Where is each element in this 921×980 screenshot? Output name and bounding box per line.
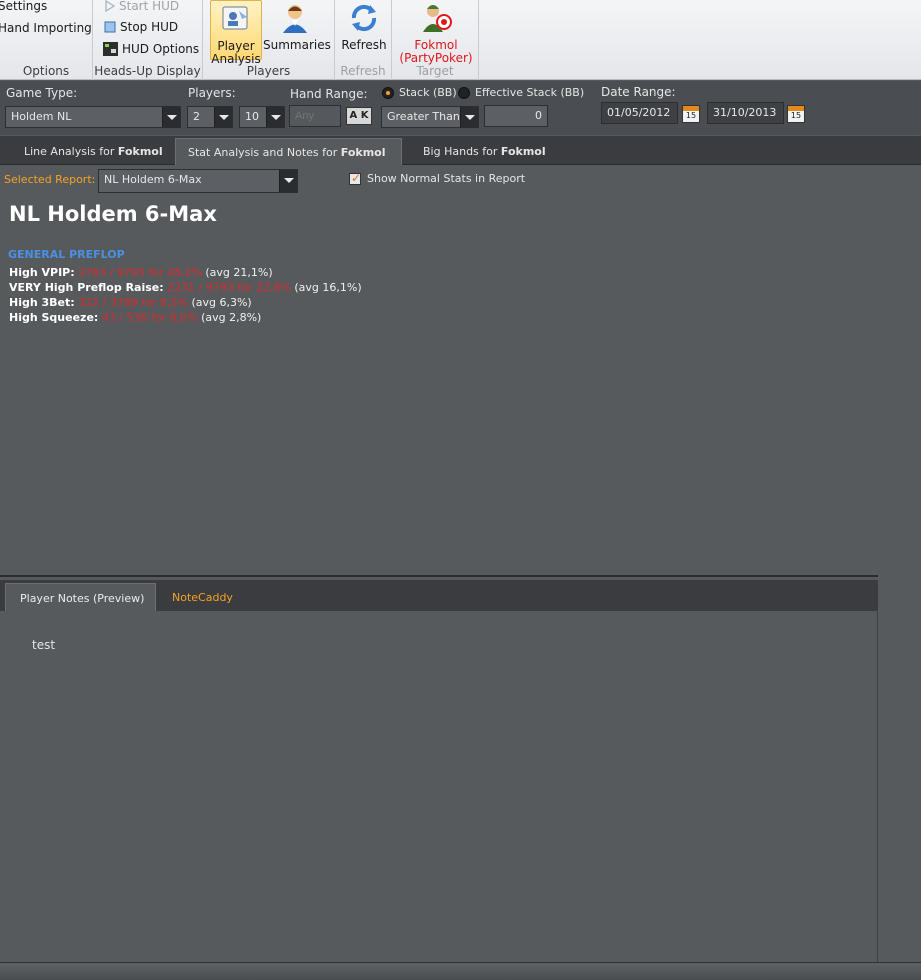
refresh-icon	[351, 4, 377, 32]
ribbon-group-target: Fokmol (PartyPoker) Target	[392, 0, 479, 80]
stat-line: High VPIP: 2763 / 9793 for 28,2% (avg 21…	[9, 266, 273, 279]
stack-comparison-value: Greater Than	[387, 110, 460, 123]
effective-stack-radio[interactable]	[458, 87, 470, 99]
tab-stat-analysis[interactable]: Stat Analysis and Notes for Fokmol	[175, 138, 402, 165]
stop-hud-button[interactable]: Stop HUD	[104, 20, 178, 34]
ribbon: Settings Hand Importing Options Start HU…	[0, 0, 921, 80]
hand-range-label: Hand Range:	[290, 87, 368, 101]
player-notes-text: test	[32, 638, 56, 652]
stat-line: High Squeeze: 43 / 536 for 8,0% (avg 2,8…	[9, 311, 262, 324]
section-heading: GENERAL PREFLOP	[8, 248, 125, 261]
group-label-players: Players	[246, 64, 291, 78]
target-player-button[interactable]: Fokmol (PartyPoker)	[396, 0, 476, 65]
game-type-value: Holdem NL	[11, 110, 72, 123]
players-max-select[interactable]: 10	[239, 106, 285, 128]
hud-options-button[interactable]: HUD Options	[103, 42, 199, 56]
summaries-label: Summaries	[263, 38, 331, 52]
date-from-calendar-icon[interactable]: 15	[682, 105, 700, 123]
group-label-options: Options	[22, 64, 70, 78]
summaries-button[interactable]: Summaries	[263, 0, 331, 52]
player-analysis-icon	[222, 6, 248, 30]
report-title: NL Holdem 6-Max	[9, 202, 217, 226]
filter-bar: Game Type: Holdem NL Players: 2 10 Hand …	[0, 81, 921, 135]
stack-radio-label: Stack (BB)	[399, 86, 457, 99]
ribbon-group-players: Player Analysis Summaries Players	[203, 0, 335, 80]
tab-big-hands[interactable]: Big Hands for Fokmol	[411, 138, 558, 165]
effective-stack-radio-label: Effective Stack (BB)	[475, 86, 585, 99]
selected-report-value: NL Holdem 6-Max	[104, 173, 202, 186]
chevron-down-icon[interactable]	[162, 107, 180, 127]
group-label-hud: Heads-Up Display	[94, 64, 201, 78]
tab-line-analysis[interactable]: Line Analysis for Fokmol	[12, 138, 175, 165]
player-analysis-button[interactable]: Player Analysis	[210, 0, 262, 66]
selected-report-label: Selected Report:	[4, 173, 96, 186]
notes-tab-bar: Player Notes (Preview) NoteCaddy	[0, 580, 878, 611]
tab-notecaddy[interactable]: NoteCaddy	[158, 583, 247, 611]
start-hud-button[interactable]: Start HUD	[105, 0, 179, 13]
hand-range-input[interactable]	[289, 105, 341, 127]
main-tab-bar: Line Analysis for Fokmol Stat Analysis a…	[0, 136, 921, 165]
show-normal-stats-label: Show Normal Stats in Report	[367, 172, 526, 185]
stack-value-input[interactable]: 0	[484, 105, 548, 127]
chevron-down-icon[interactable]	[460, 107, 478, 127]
chevron-down-icon[interactable]	[266, 107, 284, 127]
refresh-label: Refresh	[341, 38, 387, 52]
hand-range-picker-button[interactable]: A K	[346, 107, 372, 125]
panel-splitter[interactable]	[0, 575, 878, 577]
players-max-value: 10	[245, 110, 259, 123]
target-player-icon	[423, 5, 452, 32]
stack-radio[interactable]	[382, 87, 394, 99]
group-label-refresh: Refresh	[340, 64, 386, 78]
group-label-target: Target	[416, 64, 454, 78]
chevron-down-icon[interactable]	[214, 107, 232, 127]
status-bar	[0, 962, 921, 980]
ribbon-group-refresh: Refresh Refresh	[335, 0, 392, 80]
date-range-label: Date Range:	[601, 85, 676, 99]
game-type-label: Game Type:	[6, 86, 78, 100]
date-to-calendar-icon[interactable]: 15	[787, 105, 805, 123]
stop-icon	[104, 21, 116, 33]
tab-player-notes-preview[interactable]: Player Notes (Preview)	[5, 583, 156, 611]
ribbon-group-options: Settings Hand Importing Options	[0, 0, 93, 80]
stat-line: VERY High Preflop Raise: 2231 / 9793 for…	[9, 281, 362, 294]
settings-button[interactable]: Settings	[0, 0, 47, 13]
chevron-down-icon[interactable]	[279, 170, 297, 192]
report-panel: Selected Report: NL Holdem 6-Max Show No…	[0, 166, 921, 576]
date-to-input[interactable]: 31/10/2013	[707, 102, 784, 124]
stack-comparison-select[interactable]: Greater Than	[381, 106, 479, 128]
players-label: Players:	[188, 86, 236, 100]
notes-panel: test	[0, 611, 878, 963]
stat-line: High 3Bet: 322 / 3789 for 8,5% (avg 6,3%…	[9, 296, 252, 309]
date-from-input[interactable]: 01/05/2012	[601, 102, 678, 124]
play-icon	[105, 0, 115, 12]
players-min-value: 2	[193, 110, 200, 123]
hud-options-icon	[103, 42, 118, 56]
game-type-select[interactable]: Holdem NL	[5, 106, 181, 128]
player-analysis-label: Player Analysis	[211, 39, 261, 66]
show-normal-stats-checkbox[interactable]	[349, 171, 361, 185]
summaries-icon	[283, 5, 307, 33]
refresh-button[interactable]: Refresh	[339, 0, 389, 52]
players-min-select[interactable]: 2	[187, 106, 233, 128]
hand-importing-button[interactable]: Hand Importing	[0, 21, 92, 35]
ribbon-group-hud: Start HUD Stop HUD HUD Options Heads-Up …	[93, 0, 203, 80]
selected-report-select[interactable]: NL Holdem 6-Max	[98, 169, 298, 193]
